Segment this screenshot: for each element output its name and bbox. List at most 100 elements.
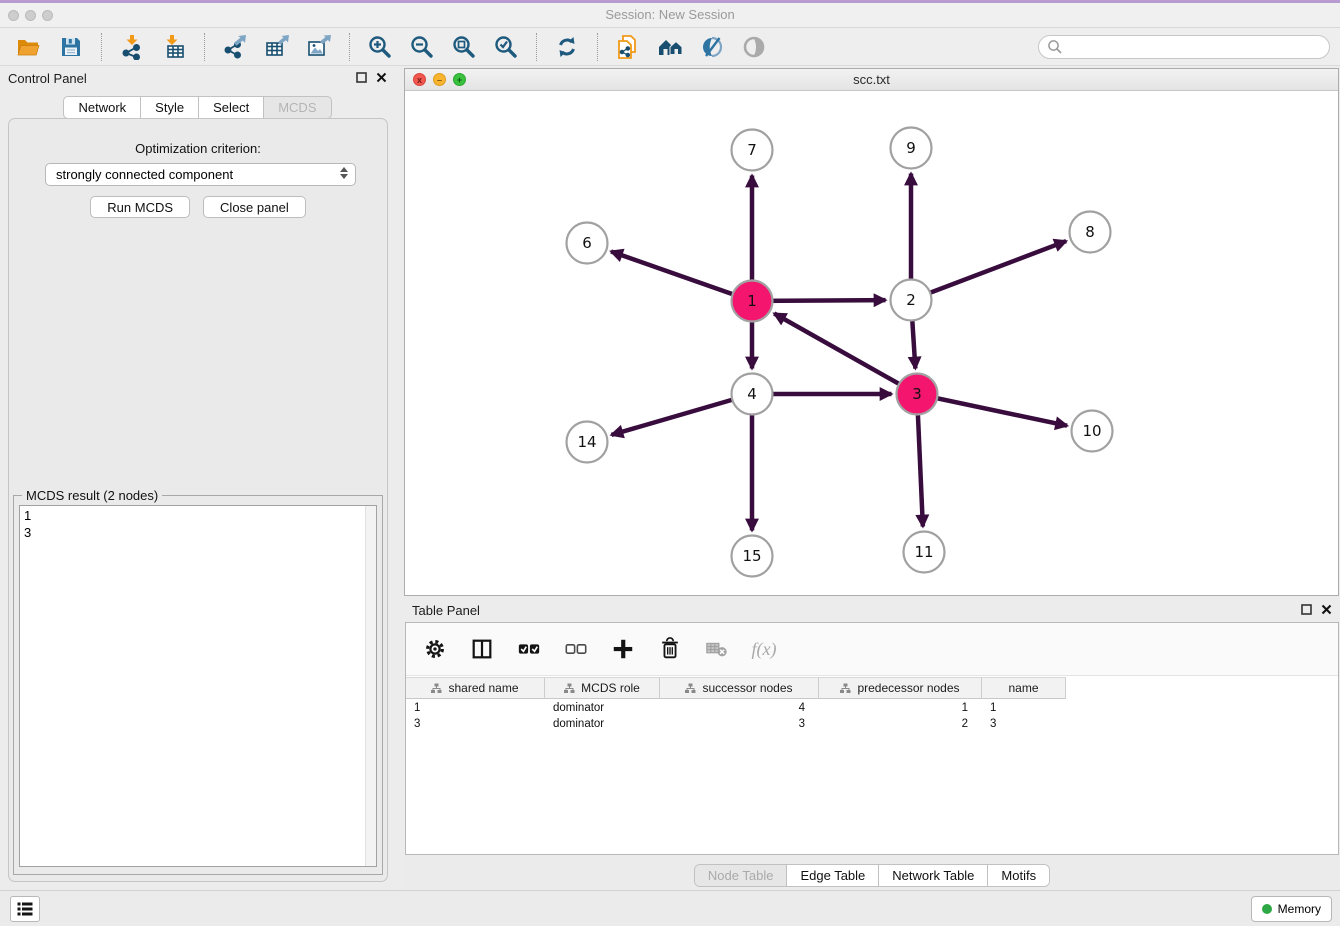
graph-node-3[interactable]: 3	[897, 374, 938, 415]
close-table-panel-icon[interactable]	[1321, 604, 1332, 615]
cell-shared-name[interactable]: 3	[406, 716, 545, 732]
graph-node-15[interactable]: 15	[732, 536, 773, 577]
table-row[interactable]: 1dominator411	[406, 700, 1066, 716]
zoom-out-icon[interactable]	[409, 34, 435, 60]
svg-text:10: 10	[1082, 422, 1101, 440]
cell-predecessor-nodes[interactable]: 1	[819, 700, 982, 716]
first-neighbors-icon[interactable]	[657, 34, 683, 60]
tab-motifs[interactable]: Motifs	[987, 865, 1049, 886]
graph-node-10[interactable]: 10	[1072, 411, 1113, 452]
hide-panel-icon[interactable]	[741, 34, 767, 60]
svg-text:15: 15	[742, 547, 761, 565]
select-all-columns-icon[interactable]	[516, 636, 542, 662]
memory-status-icon	[1262, 904, 1272, 914]
save-session-icon[interactable]	[58, 34, 84, 60]
close-panel-icon[interactable]	[376, 72, 387, 83]
graph-node-6[interactable]: 6	[567, 223, 608, 264]
column-type-icon	[840, 683, 851, 694]
table-tabs-bar: Node TableEdge TableNetwork TableMotifs	[404, 855, 1340, 893]
memory-label: Memory	[1278, 902, 1321, 916]
mcds-result-text[interactable]: 1 3	[19, 505, 377, 867]
cell-successor-nodes[interactable]: 3	[660, 716, 819, 732]
cell-successor-nodes[interactable]: 4	[660, 700, 819, 716]
table-panel-header: Table Panel	[404, 598, 1340, 624]
column-header-successor-nodes[interactable]: successor nodes	[660, 677, 819, 699]
deselect-all-columns-icon[interactable]	[563, 636, 589, 662]
main-toolbar	[0, 28, 1340, 66]
column-header-shared-name[interactable]: shared name	[406, 677, 545, 699]
graph-edge-2-8[interactable]	[911, 241, 1066, 300]
graph-edge-3-10[interactable]	[917, 394, 1067, 426]
tab-network[interactable]: Network	[63, 96, 141, 119]
duplicate-network-icon[interactable]	[615, 34, 641, 60]
delete-column-icon[interactable]	[657, 636, 683, 662]
criterion-select[interactable]: strongly connected component	[45, 163, 356, 186]
import-network-icon[interactable]	[119, 34, 145, 60]
export-table-icon[interactable]	[264, 34, 290, 60]
svg-text:3: 3	[912, 385, 922, 403]
column-header-predecessor-nodes[interactable]: predecessor nodes	[819, 677, 982, 699]
tab-network-table[interactable]: Network Table	[878, 865, 987, 886]
graph-node-4[interactable]: 4	[732, 374, 773, 415]
zoom-in-icon[interactable]	[367, 34, 393, 60]
tab-mcds[interactable]: MCDS	[264, 96, 331, 119]
column-layout-icon[interactable]	[469, 636, 495, 662]
cell-name[interactable]: 3	[982, 716, 1066, 732]
column-type-icon	[564, 683, 575, 694]
graph-node-14[interactable]: 14	[567, 422, 608, 463]
zoom-selected-icon[interactable]	[493, 34, 519, 60]
column-header-label: predecessor nodes	[857, 681, 959, 695]
style-toggle-icon[interactable]	[699, 34, 725, 60]
float-panel-icon[interactable]	[356, 72, 367, 83]
cell-mcds-role[interactable]: dominator	[545, 716, 660, 732]
table-panel: Table Panel	[404, 598, 1340, 893]
control-panel-tabs: NetworkStyleSelectMCDS	[0, 96, 395, 119]
graph-node-7[interactable]: 7	[732, 130, 773, 171]
close-panel-button[interactable]: Close panel	[203, 196, 306, 218]
memory-button[interactable]: Memory	[1251, 896, 1332, 922]
result-scrollbar[interactable]	[365, 506, 376, 866]
cell-predecessor-nodes[interactable]: 2	[819, 716, 982, 732]
tab-select[interactable]: Select	[199, 96, 264, 119]
column-header-mcds-role[interactable]: MCDS role	[545, 677, 660, 699]
zoom-fit-icon[interactable]	[451, 34, 477, 60]
graph-node-9[interactable]: 9	[891, 128, 932, 169]
network-window-title: scc.txt	[405, 72, 1338, 87]
svg-text:1: 1	[747, 292, 757, 310]
mcds-tab-content: Optimization criterion: strongly connect…	[8, 118, 388, 882]
export-network-icon[interactable]	[222, 34, 248, 60]
graph-node-1[interactable]: 1	[732, 281, 773, 322]
tab-style[interactable]: Style	[141, 96, 199, 119]
table-row[interactable]: 3dominator323	[406, 716, 1066, 732]
column-header-name[interactable]: name	[982, 677, 1066, 699]
graph-node-8[interactable]: 8	[1070, 212, 1111, 253]
graph-node-11[interactable]: 11	[904, 532, 945, 573]
cell-name[interactable]: 1	[982, 700, 1066, 716]
network-canvas[interactable]: 7 9 6 8 1 2 4 3 14 10 15 11	[406, 92, 1337, 594]
search-icon	[1046, 38, 1064, 56]
import-table-icon[interactable]	[161, 34, 187, 60]
search-input[interactable]	[1064, 40, 1314, 54]
tab-node-table[interactable]: Node Table	[695, 865, 787, 886]
cell-mcds-role[interactable]: dominator	[545, 700, 660, 716]
task-history-button[interactable]	[10, 896, 40, 922]
search-field[interactable]	[1038, 35, 1330, 59]
graph-edge-4-14[interactable]	[611, 394, 752, 435]
tab-edge-table[interactable]: Edge Table	[786, 865, 878, 886]
cell-shared-name[interactable]: 1	[406, 700, 545, 716]
network-view-window: x – + scc.txt 7968124314101511	[404, 68, 1339, 596]
control-panel: Control Panel NetworkStyleSelectMCDS Opt…	[0, 66, 395, 890]
float-table-panel-icon[interactable]	[1301, 604, 1312, 615]
mcds-result-group: MCDS result (2 nodes) 1 3	[13, 495, 383, 875]
run-mcds-button[interactable]: Run MCDS	[90, 196, 190, 218]
table-header-row: shared name MCDS rolesuccessor nodes prede…	[406, 677, 1066, 699]
export-image-icon[interactable]	[306, 34, 332, 60]
open-session-icon[interactable]	[16, 34, 42, 60]
graph-node-2[interactable]: 2	[891, 280, 932, 321]
column-header-label: shared name	[448, 681, 518, 695]
table-settings-icon[interactable]	[422, 636, 448, 662]
add-column-icon[interactable]	[610, 636, 636, 662]
apply-layout-icon[interactable]	[554, 34, 580, 60]
graph-edge-3-1[interactable]	[774, 314, 917, 394]
graph-edge-1-6[interactable]	[611, 251, 752, 301]
